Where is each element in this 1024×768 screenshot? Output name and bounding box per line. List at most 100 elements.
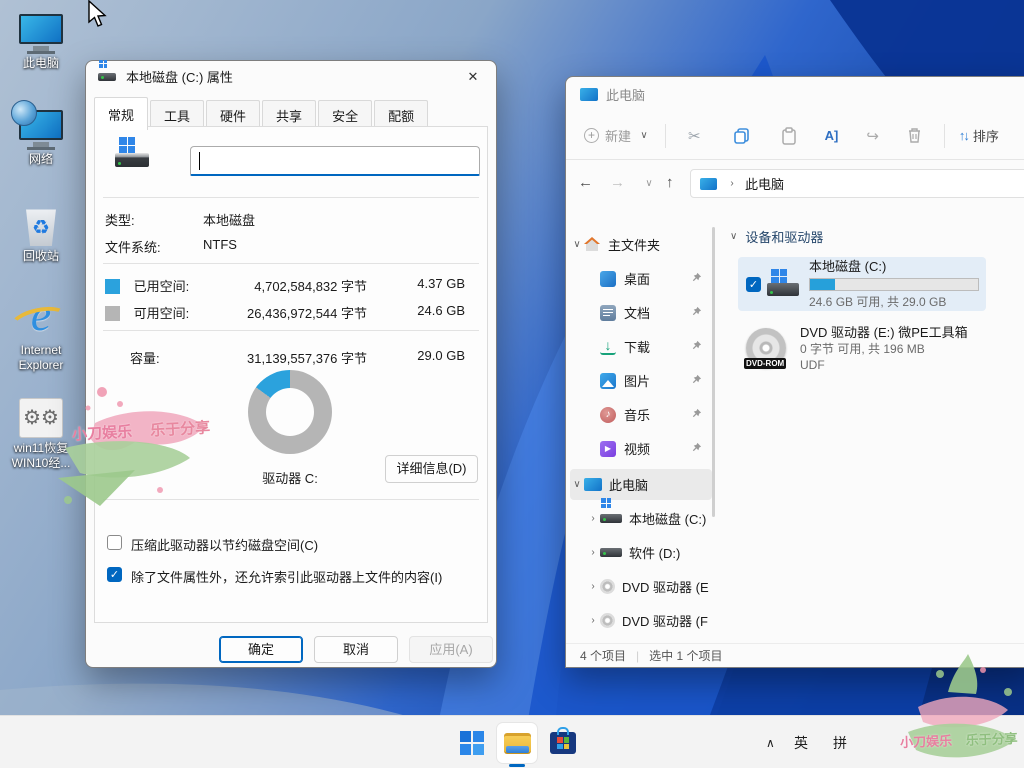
toolbar-divider [665, 124, 666, 148]
ok-button[interactable]: 确定 [219, 636, 303, 663]
cancel-button[interactable]: 取消 [314, 636, 398, 663]
index-checkbox[interactable]: ✓ [107, 567, 122, 582]
chevron-down-icon: ∨ [637, 130, 651, 141]
explorer-toolbar: + 新建 ∨ ✂ A] ↪ ↑↓ 排序 [566, 112, 1024, 159]
nav-item-desktop[interactable]: 桌面 [570, 263, 712, 294]
breadcrumb[interactable]: 此电脑 [745, 174, 784, 193]
desktop-icon-win11-restore[interactable]: ⚙⚙ win11恢复 WIN10经... [2, 398, 80, 471]
taskbar-file-explorer[interactable] [497, 723, 537, 763]
gear-icon: ⚙⚙ [19, 398, 63, 438]
nav-item-drive-d[interactable]: › 软件 (D:) [570, 537, 712, 568]
nav-item-music[interactable]: ♪ 音乐 [570, 399, 712, 430]
separator [103, 263, 479, 264]
general-tab-page: 类型: 本地磁盘 文件系统: NTFS 已用空间: 4,702,584,832 … [94, 126, 488, 623]
drive-icon [767, 283, 799, 296]
delete-icon[interactable] [907, 127, 922, 144]
nav-scrollbar[interactable] [712, 227, 715, 517]
downloads-icon: ↓ [600, 339, 616, 355]
nav-item-home[interactable]: ∨ 主文件夹 [570, 229, 712, 260]
free-space-size: 24.6 GB [417, 303, 465, 318]
explorer-title: 此电脑 [606, 85, 645, 104]
nav-label: 文档 [624, 303, 650, 322]
nav-item-pictures[interactable]: 图片 [570, 365, 712, 396]
chevron-right-icon: › [586, 547, 600, 558]
capacity-bytes: 31,139,557,376 字节 [247, 348, 367, 367]
dialog-titlebar[interactable]: 本地磁盘 (C:) 属性 [86, 61, 496, 91]
new-button[interactable]: + 新建 ∨ [584, 126, 651, 145]
cut-icon[interactable]: ✂ [688, 127, 701, 145]
copy-icon[interactable] [733, 127, 751, 145]
desktop-icon-recycle-bin[interactable]: ♻ 回收站 [2, 208, 80, 264]
separator [103, 499, 479, 500]
pin-icon [691, 408, 702, 419]
this-pc-icon [19, 14, 63, 44]
desktop-icon-internet-explorer[interactable]: e Internet Explorer [2, 292, 80, 373]
group-header[interactable]: ∨ 设备和驱动器 [730, 227, 823, 246]
network-icon [19, 110, 63, 140]
ime-pinyin-label: 拼 [833, 733, 847, 753]
share-icon[interactable]: ↪ [866, 127, 879, 145]
drive-c-tile[interactable]: ✓ 本地磁盘 (C:) 24.6 GB 可用, 共 29.0 GB [738, 257, 986, 311]
ime-pinyin-indicator[interactable]: 拼 [833, 716, 847, 768]
rename-icon[interactable]: A] [825, 128, 839, 143]
tray-chevron-up[interactable]: ∧ [766, 716, 775, 768]
chevron-right-icon: › [586, 581, 600, 592]
details-button[interactable]: 详细信息(D) [385, 455, 478, 483]
windows-logo-icon [99, 60, 107, 68]
forward-icon[interactable]: → [610, 174, 625, 191]
dvd-e-tile[interactable]: DVD-ROM DVD 驱动器 (E:) 微PE工具箱 0 字节 可用, 共 1… [738, 319, 986, 377]
sort-button[interactable]: ↑↓ 排序 [959, 126, 999, 145]
pin-icon [691, 340, 702, 351]
capacity-bar [809, 278, 979, 291]
store-icon [550, 732, 576, 754]
recycle-glyph: ♻ [24, 215, 58, 240]
tab-general[interactable]: 常规 [94, 97, 148, 130]
used-space-bytes: 4,702,584,832 字节 [254, 276, 367, 295]
chevron-down-icon: ∨ [570, 239, 584, 250]
nav-item-dvd-f[interactable]: › DVD 驱动器 (F [570, 605, 712, 636]
type-row: 类型: 本地磁盘 [105, 210, 473, 229]
this-pc-icon [700, 178, 717, 190]
nav-item-this-pc[interactable]: ∨ 此电脑 [570, 469, 712, 500]
nav-item-downloads[interactable]: ↓ 下载 [570, 331, 712, 362]
nav-item-dvd-e[interactable]: › DVD 驱动器 (E [570, 571, 712, 602]
drive-info: 0 字节 可用, 共 196 MB [800, 341, 968, 357]
nav-item-documents[interactable]: 文档 [570, 297, 712, 328]
separator [103, 330, 479, 331]
drive-caption: 驱动器 C: [230, 468, 350, 487]
compress-checkbox[interactable] [107, 535, 122, 550]
nav-item-videos[interactable]: ▶ 视频 [570, 433, 712, 464]
up-icon[interactable]: ↑ [666, 174, 674, 191]
desktop-icon-label: 此电脑 [2, 56, 80, 71]
sort-icon: ↑↓ [959, 128, 968, 143]
close-button[interactable]: ✕ [456, 65, 490, 89]
chevron-right-icon: › [586, 513, 600, 524]
back-icon[interactable]: ← [578, 174, 593, 191]
separator [103, 197, 479, 198]
explorer-titlebar[interactable]: 此电脑 [566, 77, 645, 111]
nav-label: 主文件夹 [608, 235, 660, 254]
desktop-icon-this-pc[interactable]: 此电脑 [2, 14, 80, 71]
paste-icon[interactable] [781, 127, 797, 145]
nav-label: 图片 [624, 371, 650, 390]
volume-label-input[interactable] [190, 146, 480, 176]
ime-english-indicator[interactable]: 英 [794, 716, 808, 768]
explorer-window: 此电脑 + 新建 ∨ ✂ A] ↪ ↑↓ 排序 ← → [565, 76, 1024, 668]
nav-label: 桌面 [624, 269, 650, 288]
nav-label: 软件 (D:) [629, 543, 680, 562]
start-button[interactable] [452, 723, 492, 763]
nav-label: 此电脑 [609, 475, 648, 494]
desktop-icon-network[interactable]: 网络 [2, 110, 80, 167]
chevron-down-icon[interactable]: ∨ [642, 178, 656, 189]
used-space-label: 已用空间: [134, 279, 190, 294]
active-app-indicator [509, 764, 525, 767]
drive-filesystem: UDF [800, 357, 968, 373]
status-bar: 4 个项目 | 选中 1 个项目 [566, 643, 1024, 667]
free-space-swatch [105, 306, 120, 321]
taskbar-store[interactable] [543, 723, 583, 763]
videos-icon: ▶ [600, 441, 616, 457]
apply-button[interactable]: 应用(A) [409, 636, 493, 663]
item-checkbox[interactable]: ✓ [746, 277, 761, 292]
address-bar[interactable]: › 此电脑 [690, 169, 1024, 198]
nav-item-drive-c[interactable]: › 本地磁盘 (C:) [570, 503, 712, 534]
